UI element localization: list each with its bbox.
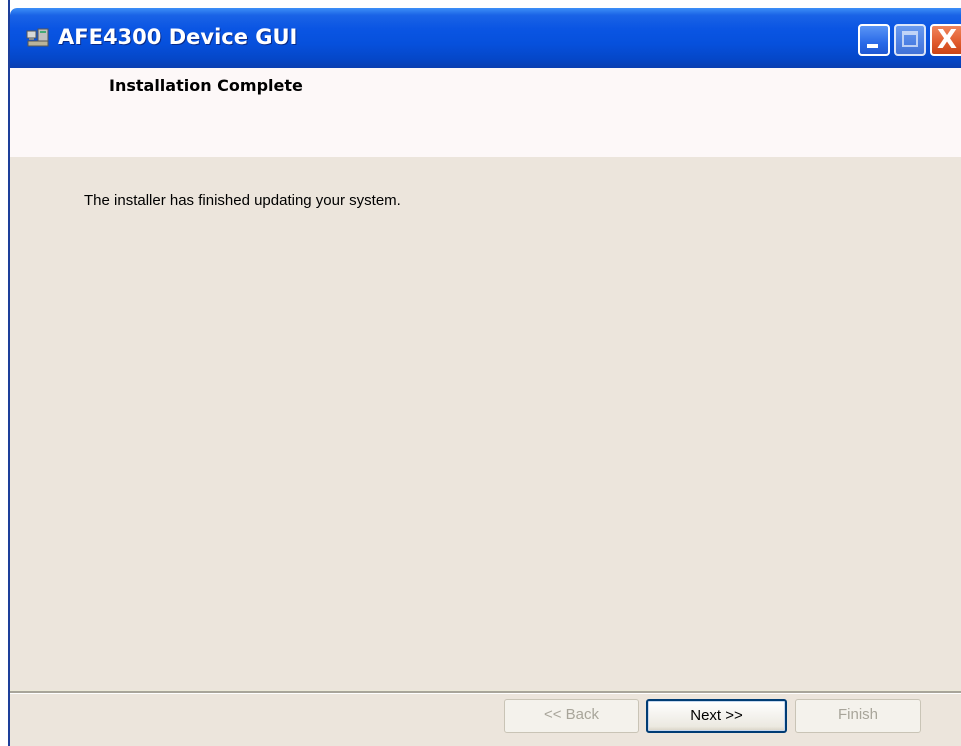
background-window-edge	[0, 0, 10, 746]
close-icon: X	[936, 25, 958, 55]
finish-button[interactable]: Finish	[795, 699, 921, 733]
minimize-icon	[867, 44, 878, 48]
next-button[interactable]: Next >>	[646, 699, 787, 733]
app-icon	[26, 28, 49, 47]
maximize-icon	[902, 31, 918, 47]
completion-message: The installer has finished updating your…	[84, 192, 401, 209]
close-button[interactable]: X	[930, 24, 961, 56]
title-bar[interactable]: AFE4300 Device GUI X	[10, 8, 961, 68]
minimize-button[interactable]	[858, 24, 890, 56]
page-title: Installation Complete	[109, 76, 303, 95]
installer-window: AFE4300 Device GUI X	[10, 8, 961, 746]
content-area	[10, 157, 961, 690]
screen: AFE4300 Device GUI X Installation Comple…	[0, 0, 961, 746]
window-title: AFE4300 Device GUI	[58, 25, 298, 49]
back-button[interactable]: << Back	[504, 699, 639, 733]
maximize-button[interactable]	[894, 24, 926, 56]
